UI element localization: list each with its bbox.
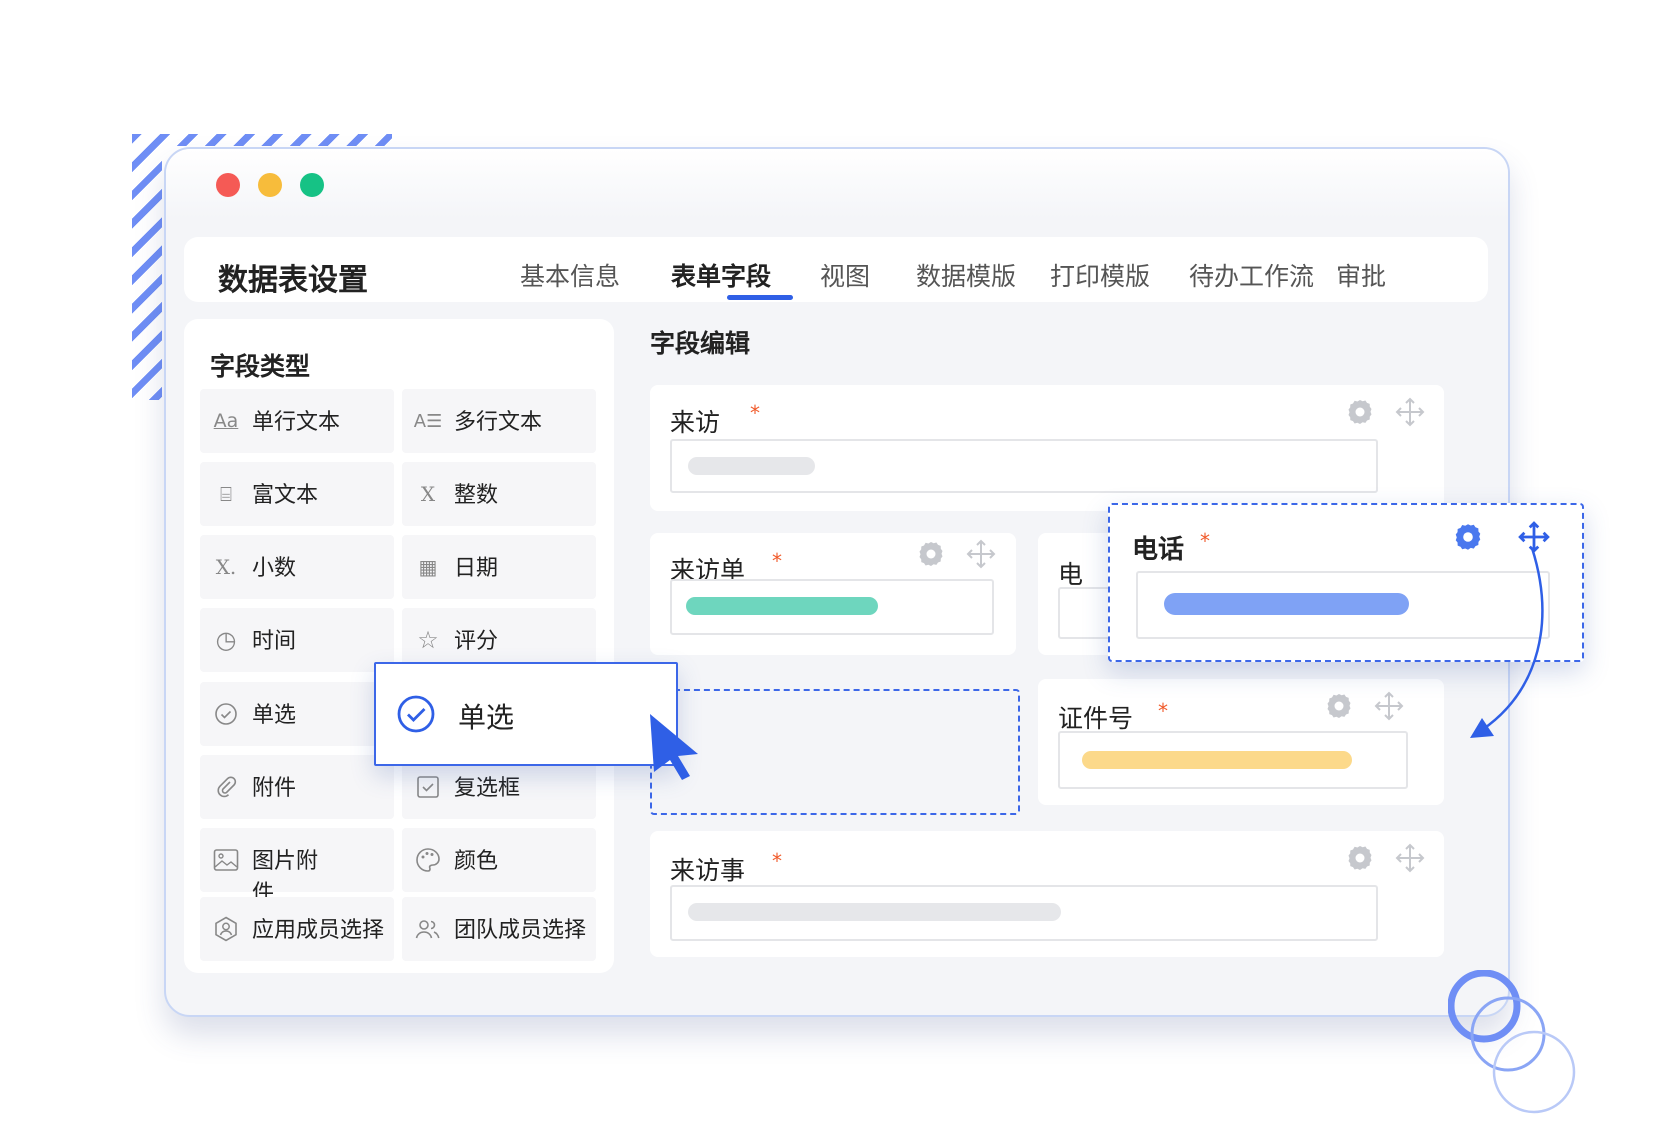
single-line-text-icon: Aa bbox=[213, 410, 239, 432]
dragging-field-type-radio[interactable]: 单选 bbox=[374, 662, 678, 766]
field-editor-heading: 字段编辑 bbox=[650, 329, 751, 358]
palette-icon bbox=[414, 846, 442, 874]
tab-basic-info[interactable]: 基本信息 bbox=[520, 257, 620, 293]
required-mark: * bbox=[1158, 699, 1168, 723]
field-type-label: 整数 bbox=[454, 483, 499, 508]
page-title: 数据表设置 bbox=[218, 263, 368, 298]
move-icon[interactable] bbox=[1395, 843, 1425, 873]
image-icon bbox=[212, 846, 240, 874]
tab-data-template[interactable]: 数据模版 bbox=[916, 257, 1016, 293]
stage: 数据表设置 基本信息 表单字段 视图 数据模版 打印模版 待办工作流 审批 字段… bbox=[0, 0, 1674, 1122]
multi-line-text-icon: A☰ bbox=[413, 410, 443, 432]
move-icon[interactable] bbox=[1395, 397, 1425, 427]
maximize-window-button[interactable] bbox=[300, 173, 324, 197]
field-type-date[interactable]: ▦ 日期 bbox=[402, 535, 596, 599]
field-input-visit[interactable] bbox=[670, 439, 1378, 493]
paperclip-icon bbox=[212, 773, 240, 801]
field-input-visit-unit[interactable] bbox=[670, 579, 994, 635]
field-label: 来访事 bbox=[670, 856, 746, 885]
close-window-button[interactable] bbox=[216, 173, 240, 197]
move-icon[interactable] bbox=[966, 539, 996, 569]
required-mark: * bbox=[1200, 529, 1210, 553]
field-type-label: 复选框 bbox=[454, 776, 521, 801]
tab-form-fields[interactable]: 表单字段 bbox=[671, 257, 771, 293]
cursor-icon bbox=[650, 714, 698, 780]
placeholder-bar bbox=[1164, 593, 1409, 615]
field-card-visit-unit[interactable]: 来访单 * bbox=[650, 533, 1016, 655]
checkbox-icon bbox=[414, 773, 442, 801]
field-type-rich-text[interactable]: ⌸ 富文本 bbox=[200, 462, 394, 526]
field-type-team-member[interactable]: 团队成员选择 bbox=[402, 897, 596, 961]
field-type-app-member[interactable]: 应用成员选择 bbox=[200, 897, 394, 961]
integer-icon: X bbox=[420, 482, 436, 506]
team-icon bbox=[414, 915, 442, 943]
field-card-visit-matter[interactable]: 来访事 * bbox=[650, 831, 1444, 957]
field-type-image-attachment[interactable]: 图片附件 bbox=[200, 828, 394, 906]
gear-icon[interactable] bbox=[1324, 691, 1354, 721]
minimize-window-button[interactable] bbox=[258, 173, 282, 197]
clock-icon: ◷ bbox=[215, 626, 237, 654]
gear-icon[interactable] bbox=[1345, 843, 1375, 873]
titlebar bbox=[166, 149, 1508, 219]
required-mark: * bbox=[772, 549, 782, 573]
field-type-decimal[interactable]: X. 小数 bbox=[200, 535, 394, 599]
gear-icon[interactable] bbox=[916, 539, 946, 569]
placeholder-bar bbox=[688, 457, 815, 475]
field-card-visit[interactable]: 来访 * bbox=[650, 385, 1444, 511]
check-circle-icon bbox=[397, 695, 435, 733]
member-icon bbox=[212, 915, 240, 943]
field-input-visit-matter[interactable] bbox=[670, 885, 1378, 941]
field-type-label: 时间 bbox=[252, 629, 297, 654]
field-type-label: 单选 bbox=[458, 701, 515, 734]
field-label: 电话 bbox=[1132, 535, 1185, 565]
field-type-label: 附件 bbox=[252, 776, 297, 801]
field-type-label: 多行文本 bbox=[454, 410, 543, 435]
field-type-label: 小数 bbox=[252, 556, 297, 581]
radio-icon bbox=[212, 700, 240, 728]
move-icon[interactable] bbox=[1374, 691, 1404, 721]
placeholder-bar bbox=[688, 903, 1061, 921]
field-type-label: 单行文本 bbox=[252, 410, 341, 435]
active-tab-indicator bbox=[727, 295, 793, 300]
star-icon: ☆ bbox=[417, 626, 439, 654]
field-type-integer[interactable]: X 整数 bbox=[402, 462, 596, 526]
tab-print-template[interactable]: 打印模版 bbox=[1050, 257, 1150, 293]
field-type-heading: 字段类型 bbox=[210, 352, 311, 381]
field-label: 来访 bbox=[670, 408, 721, 437]
drag-arrow bbox=[1470, 547, 1544, 738]
field-type-label: 单选 bbox=[252, 703, 297, 728]
tab-todo-workflow[interactable]: 待办工作流 bbox=[1189, 257, 1314, 293]
field-type-panel: 字段类型 Aa 单行文本 A☰ 多行文本 ⌸ 富文本 X 整数 X. 小数 ▦ … bbox=[184, 319, 614, 973]
tab-approval[interactable]: 审批 bbox=[1336, 257, 1386, 293]
field-type-attachment[interactable]: 附件 bbox=[200, 755, 394, 819]
field-type-label: 评分 bbox=[454, 629, 499, 654]
field-type-label: 日期 bbox=[454, 556, 499, 581]
decorative-circles bbox=[1448, 970, 1576, 1114]
field-type-label: 团队成员选择 bbox=[454, 918, 587, 943]
field-card-id-number[interactable]: 证件号 * bbox=[1038, 679, 1444, 805]
placeholder-bar bbox=[686, 597, 878, 615]
field-type-label: 颜色 bbox=[454, 849, 499, 874]
field-type-label: 应用成员选择 bbox=[252, 918, 385, 943]
gear-icon[interactable] bbox=[1345, 397, 1375, 427]
field-type-label: 富文本 bbox=[252, 483, 319, 508]
tab-view[interactable]: 视图 bbox=[820, 257, 870, 293]
field-label: 电 bbox=[1058, 560, 1084, 589]
rich-text-icon: ⌸ bbox=[220, 482, 232, 506]
field-input-id-number[interactable] bbox=[1058, 731, 1408, 789]
placeholder-bar bbox=[1082, 751, 1352, 769]
field-type-single-line-text[interactable]: Aa 单行文本 bbox=[200, 389, 394, 453]
field-label: 证件号 bbox=[1058, 704, 1134, 733]
date-icon: ▦ bbox=[418, 555, 438, 579]
required-mark: * bbox=[772, 849, 782, 873]
field-type-color[interactable]: 颜色 bbox=[402, 828, 596, 892]
field-type-radio[interactable]: 单选 bbox=[200, 682, 394, 746]
top-bar: 数据表设置 基本信息 表单字段 视图 数据模版 打印模版 待办工作流 审批 bbox=[184, 237, 1488, 302]
required-mark: * bbox=[750, 401, 760, 425]
decimal-icon: X. bbox=[215, 555, 237, 579]
field-type-time[interactable]: ◷ 时间 bbox=[200, 608, 394, 672]
field-type-multi-line-text[interactable]: A☰ 多行文本 bbox=[402, 389, 596, 453]
